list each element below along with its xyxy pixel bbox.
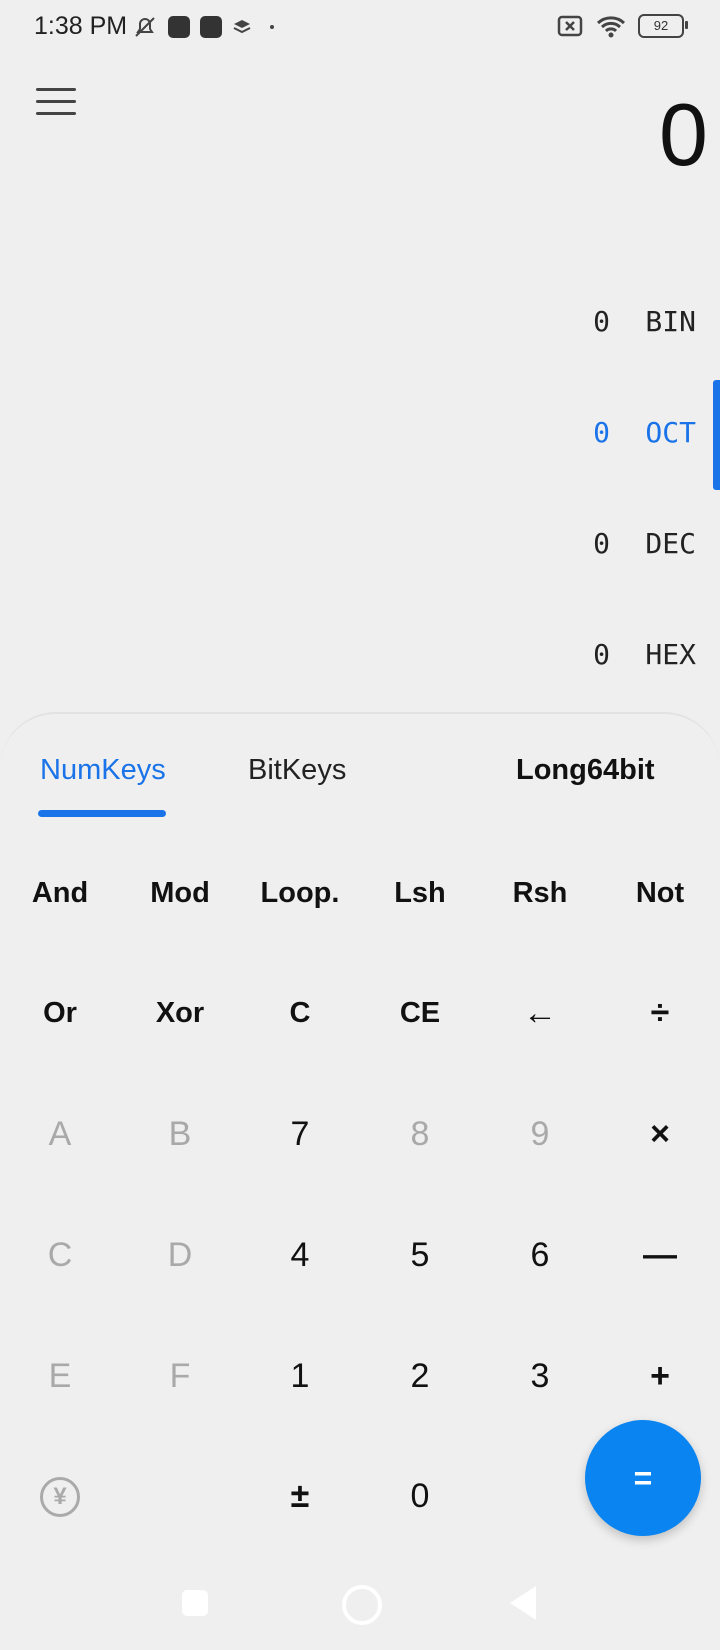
hex-f-key[interactable]: F (125, 1336, 235, 1416)
back-nav-icon[interactable] (510, 1586, 536, 1620)
wifi-icon (596, 16, 626, 38)
digit-8-key[interactable]: 8 (365, 1094, 475, 1174)
hex-a-key[interactable]: A (5, 1094, 115, 1174)
app-notification-icon (168, 16, 190, 38)
word-size-selector[interactable]: Long64bit (516, 754, 655, 787)
lsh-key[interactable]: Lsh (365, 853, 475, 933)
subtract-key[interactable]: — (605, 1215, 715, 1295)
active-tab-underline (38, 810, 166, 817)
not-key[interactable]: Not (605, 853, 715, 933)
mod-key[interactable]: Mod (125, 853, 235, 933)
no-sim-icon (557, 15, 583, 37)
digit-1-key[interactable]: 1 (245, 1336, 355, 1416)
yen-icon: ¥ (40, 1477, 80, 1518)
digit-2-key[interactable]: 2 (365, 1336, 475, 1416)
home-nav-icon[interactable] (342, 1585, 382, 1625)
hex-d-key[interactable]: D (125, 1215, 235, 1295)
digit-4-key[interactable]: 4 (245, 1215, 355, 1295)
xor-key[interactable]: Xor (125, 973, 235, 1053)
hex-label: HEX (645, 638, 696, 671)
loop-key[interactable]: Loop. (245, 853, 355, 933)
multiply-key[interactable]: × (605, 1094, 715, 1174)
notification-icons (132, 14, 274, 40)
bin-value: 0 (593, 305, 610, 338)
currency-button[interactable]: ¥ (5, 1456, 115, 1536)
clear-entry-key[interactable]: CE (365, 973, 475, 1053)
divide-key[interactable]: ÷ (605, 973, 715, 1053)
menu-icon[interactable] (36, 88, 76, 120)
recents-nav-icon[interactable] (182, 1590, 208, 1616)
clear-key[interactable]: C (245, 973, 355, 1053)
more-notifications-dot (270, 25, 274, 29)
bin-label: BIN (645, 305, 696, 338)
hex-value: 0 (593, 638, 610, 671)
or-key[interactable]: Or (5, 973, 115, 1053)
main-display: 0 (659, 85, 708, 184)
negate-key[interactable]: ± (245, 1456, 355, 1536)
digit-0-key[interactable]: 0 (365, 1456, 475, 1536)
oct-value: 0 (593, 416, 610, 449)
app-notification-icon (200, 16, 222, 38)
dec-value: 0 (593, 527, 610, 560)
digit-7-key[interactable]: 7 (245, 1094, 355, 1174)
and-key[interactable]: And (5, 853, 115, 933)
hex-e-key[interactable]: E (5, 1336, 115, 1416)
hex-c-key[interactable]: C (5, 1215, 115, 1295)
system-icons: 92 (556, 14, 688, 38)
tab-bitkeys[interactable]: BitKeys (248, 754, 346, 787)
digit-9-key[interactable]: 9 (485, 1094, 595, 1174)
oct-label: OCT (645, 416, 696, 449)
rsh-key[interactable]: Rsh (485, 853, 595, 933)
digit-6-key[interactable]: 6 (485, 1215, 595, 1295)
base-row-dec[interactable]: 0 DEC (0, 517, 720, 577)
digit-3-key[interactable]: 3 (485, 1336, 595, 1416)
mute-bell-icon (135, 17, 155, 37)
digit-5-key[interactable]: 5 (365, 1215, 475, 1295)
backspace-key[interactable]: ← (485, 973, 595, 1053)
add-key[interactable]: + (605, 1336, 715, 1416)
active-base-indicator (713, 380, 720, 490)
equals-button[interactable]: = (585, 1420, 701, 1536)
dec-label: DEC (645, 527, 696, 560)
status-bar: 1:38 PM 92 (0, 0, 720, 56)
layers-icon (233, 20, 251, 34)
base-row-bin[interactable]: 0 BIN (0, 295, 720, 355)
status-time: 1:38 PM (34, 12, 128, 40)
battery-icon: 92 (638, 14, 688, 38)
base-row-hex[interactable]: 0 HEX (0, 628, 720, 688)
base-row-oct[interactable]: 0 OCT (0, 406, 720, 466)
tab-numkeys[interactable]: NumKeys (40, 754, 166, 787)
hex-b-key[interactable]: B (125, 1094, 235, 1174)
